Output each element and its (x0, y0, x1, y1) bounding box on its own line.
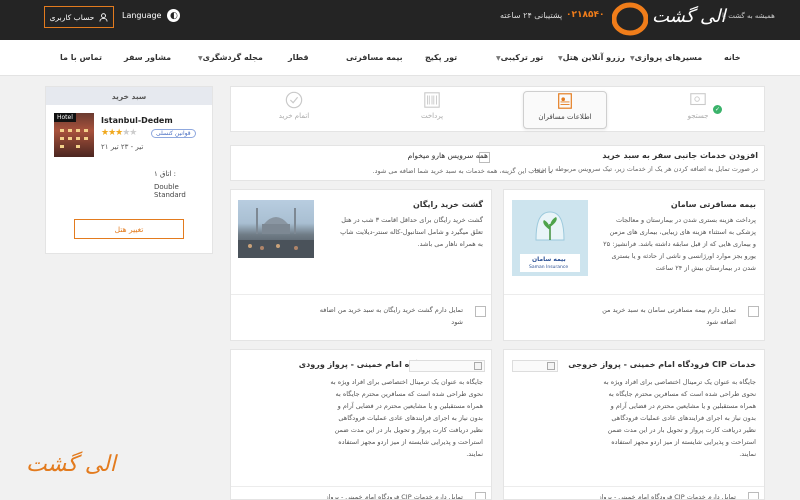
hotel-image: Hotel (54, 113, 94, 157)
nav-item-travel-insurance[interactable]: بیمه مسافرتی (346, 53, 403, 62)
change-hotel-button[interactable]: تغییر هتل (74, 219, 184, 239)
step-finish: اتمام خرید (261, 91, 327, 129)
nav-item-home[interactable]: خانه (724, 53, 741, 62)
user-icon (99, 12, 108, 22)
nav-item-train[interactable]: قطار (288, 53, 309, 62)
cip-outbound-option-label: تمایل دارم خدمات CIP فرودگاه امام خمینی … (598, 493, 736, 500)
broken-image-icon (474, 362, 482, 370)
insurance-logo-image: بیمه سامان Saman Insurance (512, 200, 588, 276)
barcode-icon (424, 92, 440, 108)
shopping-tour-title: گشت خرید رایگان (412, 200, 483, 209)
select-all-label: همه سرویس هارو میخوام (407, 151, 488, 160)
nav-item-travel-advisor[interactable]: مشاور سفر (124, 53, 171, 62)
hotel-tag: Hotel (54, 113, 76, 122)
room-type: Double Standard (154, 183, 186, 199)
nav-item-combo-tour[interactable]: ▼تور ترکیبی (494, 53, 543, 62)
cip-outbound-card: خدمات CIP فرودگاه امام خمینی - پرواز خرو… (503, 349, 765, 500)
insurance-card: بیمه مسافرتی سامان بیمه سامان Saman Insu… (503, 189, 765, 341)
step-payment: پرداخت (399, 91, 465, 129)
language-switch[interactable]: Language ◐ (122, 9, 181, 22)
nav-item-contact[interactable]: تماس با ما (60, 53, 102, 62)
nav-item-flight-routes[interactable]: ▼مسیرهای پروازی (628, 53, 702, 62)
globe-icon: ◐ (167, 9, 181, 22)
hotel-star-rating: ★★★★★ (101, 128, 137, 138)
insurance-description: پرداخت هزینه بستری شدن در بیمارستان و مع… (603, 216, 756, 272)
top-bar: حساب کاربری Language ◐ پشتیبانی ۲۴ ساعته… (0, 0, 800, 40)
stay-dates: ۲۱ تیر - ۲۳ تیر (101, 143, 144, 151)
extras-description: در صورت تمایل به اضافه کردن هر یک از خدم… (531, 165, 758, 173)
mosque-icon (238, 208, 314, 258)
footer-logo: الی گشت (26, 452, 116, 477)
step-done-check-icon: ✓ (713, 105, 722, 114)
cip-inbound-image (409, 360, 485, 372)
language-label: Language (122, 11, 162, 20)
select-all-description: با انتخاب این گزینه، همه خدمات به سبد خر… (372, 167, 552, 175)
hotel-name[interactable]: Istanbul-Dedem (101, 116, 173, 125)
insurance-title: بیمه مسافرتی سامان (670, 200, 756, 209)
account-button[interactable]: حساب کاربری (44, 6, 114, 28)
cart-title: سبد خرید (46, 87, 212, 105)
passenger-form-icon (558, 93, 572, 109)
step-passenger-info: اطلاعات مسافران (523, 91, 607, 129)
cip-outbound-checkbox[interactable] (748, 492, 759, 499)
shopping-tour-description: گشت خرید رایگان برای حداقل اقامت ۳ شب در… (340, 216, 483, 248)
cip-inbound-checkbox[interactable] (475, 492, 486, 499)
cip-outbound-description: جایگاه به عنوان یک ترمینال اختصاصی برای … (603, 378, 756, 458)
cip-inbound-card: خدمات CIP فرودگاه امام خمینی - پرواز ورو… (230, 349, 492, 500)
cip-inbound-option-label: تمایل دارم خدمات CIP فرودگاه امام خمینی … (325, 493, 463, 500)
nav-item-package-tour[interactable]: تور پکیج (425, 53, 457, 62)
main-nav: خانه ▼مسیرهای پروازی ▼رزرو آنلاین هتل ▼ت… (0, 40, 800, 76)
search-monitor-icon (690, 93, 706, 106)
brand-tagline: همیشه به گشت با (722, 12, 775, 20)
insurance-logo-text: بیمه سامان (532, 256, 566, 263)
extras-banner: افزودن خدمات جانبی سفر به سبد خرید در صو… (230, 145, 765, 181)
shopping-tour-checkbox[interactable] (475, 306, 486, 317)
shopping-tour-image (238, 200, 314, 258)
checkout-steps: اتمام خرید پرداخت اطلاعات مسافران جستجو … (230, 86, 765, 132)
insurance-option-label: تمایل دارم بیمه مسافرتی سامان به سبد خری… (602, 306, 736, 326)
shopping-tour-card: گشت خرید رایگان گشت خرید رایگان برای حدا… (230, 189, 492, 341)
nav-item-hotel-booking[interactable]: ▼رزرو آنلاین هتل (556, 53, 625, 62)
phone-number[interactable]: ۰۲۱۸۵۴۰ (566, 10, 604, 20)
brand-logo-icon[interactable] (612, 2, 648, 36)
cart-panel: سبد خرید Hotel Istanbul-Dedem ★★★★★ قوان… (45, 86, 213, 254)
shopping-tour-option-label: تمایل دارم گشت خرید رایگان به سبد خرید م… (319, 306, 463, 326)
insurance-logo-sub: Saman Insurance (529, 265, 569, 270)
check-circle-icon (285, 91, 303, 109)
insurance-checkbox[interactable] (748, 306, 759, 317)
account-label: حساب کاربری (49, 12, 95, 22)
cip-inbound-description: جایگاه به عنوان یک ترمینال اختصاصی برای … (330, 378, 483, 458)
broken-image-icon (547, 362, 555, 370)
cip-outbound-image (512, 360, 558, 372)
support-text: پشتیبانی ۲۴ ساعته (500, 11, 563, 20)
nav-item-travel-magazine[interactable]: ▼مجله گردشگری (196, 53, 263, 62)
room-number: اتاق ۱ : (154, 170, 177, 178)
brand-logo-text[interactable]: الی گشت (652, 6, 726, 27)
cancellation-policy-badge[interactable]: قوانین کنسلی (151, 129, 196, 138)
extras-title: افزودن خدمات جانبی سفر به سبد خرید (602, 151, 758, 160)
cip-outbound-title: خدمات CIP فرودگاه امام خمینی - پرواز خرو… (568, 360, 756, 369)
